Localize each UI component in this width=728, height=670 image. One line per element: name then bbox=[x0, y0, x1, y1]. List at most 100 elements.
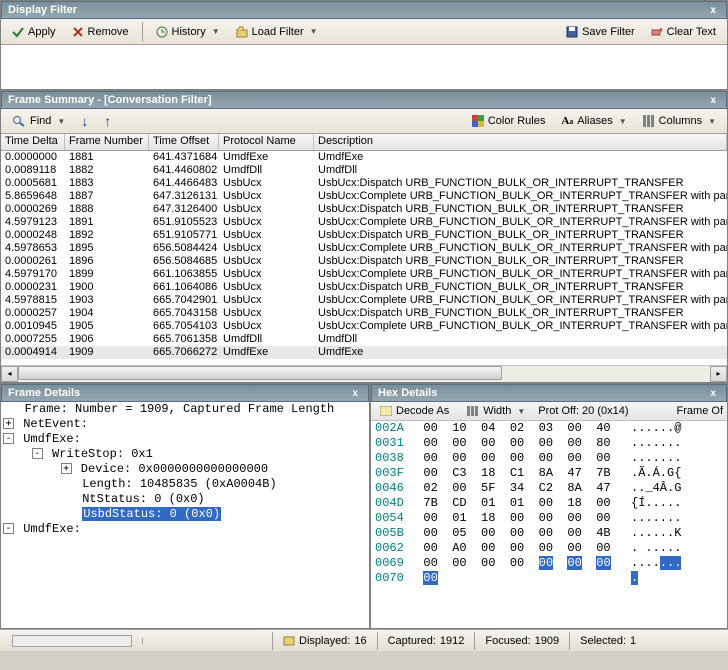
status-selected: Selected: 1 bbox=[569, 632, 646, 650]
display-filter-close-button[interactable]: x bbox=[706, 5, 720, 16]
col-description[interactable]: Description bbox=[314, 134, 727, 150]
scroll-right-button[interactable]: ▸ bbox=[710, 366, 727, 382]
frame-details-tree[interactable]: Frame: Number = 1909, Captured Frame Len… bbox=[1, 402, 369, 628]
col-time-delta[interactable]: Time Delta bbox=[1, 134, 65, 150]
decode-as-icon bbox=[380, 406, 392, 416]
hex-row[interactable]: 003F 00 C3 18 C1 8A 47 7B.Ã.Á.G{ bbox=[371, 466, 727, 481]
save-filter-icon bbox=[566, 26, 578, 38]
tree-row[interactable]: - UmdfExe: bbox=[1, 522, 369, 537]
tree-row[interactable]: - WriteStop: 0x1 bbox=[1, 447, 369, 462]
find-prev-button[interactable]: ↑ bbox=[97, 109, 118, 133]
dropdown-icon: ▼ bbox=[212, 27, 220, 36]
tree-row[interactable]: NtStatus: 0 (0x0) bbox=[1, 492, 369, 507]
hex-details-toolbar: Decode As Width ▼ Prot Off: 20 (0x14) Fr… bbox=[371, 402, 727, 421]
columns-button[interactable]: Columns ▼ bbox=[636, 111, 723, 131]
hex-row[interactable]: 0069 00 00 00 00 00 00 00....... bbox=[371, 556, 727, 571]
tree-toggle[interactable]: - bbox=[32, 448, 43, 459]
scroll-track[interactable] bbox=[18, 366, 710, 382]
tree-toggle[interactable]: + bbox=[3, 418, 14, 429]
table-row[interactable]: 0.00002571904665.7043158UsbUcxUsbUcx:Dis… bbox=[1, 307, 727, 320]
hex-row[interactable]: 0038 00 00 00 00 00 00 00....... bbox=[371, 451, 727, 466]
arrow-up-icon: ↑ bbox=[104, 113, 111, 129]
table-row[interactable]: 0.00002611896656.5084685UsbUcxUsbUcx:Dis… bbox=[1, 255, 727, 268]
hex-row[interactable]: 0031 00 00 00 00 00 00 80....... bbox=[371, 436, 727, 451]
history-button[interactable]: History ▼ bbox=[149, 22, 227, 42]
clear-icon bbox=[651, 26, 663, 38]
col-protocol-name[interactable]: Protocol Name bbox=[219, 134, 314, 150]
display-filter-title: Display Filter bbox=[8, 4, 77, 16]
hex-row[interactable]: 0070 00. bbox=[371, 571, 727, 586]
aliases-button[interactable]: Aa Aliases ▼ bbox=[554, 111, 633, 131]
scroll-left-button[interactable]: ◂ bbox=[1, 366, 18, 382]
find-button[interactable]: Find ▼ bbox=[5, 111, 72, 131]
hex-row[interactable]: 0054 00 01 18 00 00 00 00....... bbox=[371, 511, 727, 526]
tree-toggle[interactable]: + bbox=[61, 463, 72, 474]
hex-details-body[interactable]: 002A 00 10 04 02 03 00 40......@0031 00 … bbox=[371, 421, 727, 628]
load-filter-button[interactable]: Load Filter ▼ bbox=[229, 22, 325, 42]
col-frame-number[interactable]: Frame Number bbox=[65, 134, 149, 150]
tree-row[interactable]: UsbdStatus: 0 (0x0) bbox=[1, 507, 369, 522]
tree-toggle[interactable]: - bbox=[3, 433, 14, 444]
table-row[interactable]: 0.00109451905665.7054103UsbUcxUsbUcx:Com… bbox=[1, 320, 727, 333]
hex-details-close-button[interactable]: x bbox=[706, 388, 720, 399]
table-row[interactable]: 4.59788151903665.7042901UsbUcxUsbUcx:Com… bbox=[1, 294, 727, 307]
decode-as-label: Decode As bbox=[396, 405, 449, 417]
display-filter-titlebar: Display Filter x bbox=[1, 1, 727, 19]
frame-off-label: Frame Of bbox=[677, 405, 723, 417]
color-rules-button[interactable]: Color Rules bbox=[465, 111, 552, 131]
status-spacer bbox=[142, 638, 272, 644]
progress-bar bbox=[12, 635, 132, 647]
width-button[interactable]: Width ▼ bbox=[462, 403, 530, 419]
tree-row[interactable]: Length: 10485835 (0xA0004B) bbox=[1, 477, 369, 492]
table-row[interactable]: 4.59791231891651.9105523UsbUcxUsbUcx:Com… bbox=[1, 216, 727, 229]
table-row[interactable]: 4.59786531895656.5084424UsbUcxUsbUcx:Com… bbox=[1, 242, 727, 255]
remove-button[interactable]: Remove bbox=[65, 22, 136, 42]
tree-row[interactable]: + NetEvent: bbox=[1, 417, 369, 432]
table-row[interactable]: 0.00002691888647.3126400UsbUcxUsbUcx:Dis… bbox=[1, 203, 727, 216]
columns-label: Columns bbox=[659, 115, 702, 127]
hex-row[interactable]: 002A 00 10 04 02 03 00 40......@ bbox=[371, 421, 727, 436]
frame-details-title: Frame Details bbox=[8, 387, 80, 399]
status-focused: Focused: 1909 bbox=[474, 632, 569, 650]
hex-row[interactable]: 005B 00 05 00 00 00 00 4B......K bbox=[371, 526, 727, 541]
display-filter-textarea[interactable] bbox=[1, 45, 727, 89]
col-time-offset[interactable]: Time Offset bbox=[149, 134, 219, 150]
find-next-button[interactable]: ↓ bbox=[74, 109, 95, 133]
tree-toggle[interactable]: - bbox=[3, 523, 14, 534]
decode-as-button[interactable]: Decode As bbox=[375, 403, 454, 419]
horizontal-scrollbar[interactable]: ◂ ▸ bbox=[1, 365, 727, 382]
scroll-thumb[interactable] bbox=[18, 366, 502, 380]
load-filter-icon bbox=[236, 26, 248, 38]
frame-summary-grid: Time Delta Frame Number Time Offset Prot… bbox=[1, 134, 727, 382]
table-row[interactable]: 0.00000001881641.4371684UmdfExeUmdfExe bbox=[1, 151, 727, 164]
tree-row[interactable]: + Device: 0x0000000000000000 bbox=[1, 462, 369, 477]
dropdown-icon: ▼ bbox=[57, 117, 65, 126]
frame-summary-toolbar: Find ▼ ↓ ↑ Color Rules Aa Aliases ▼ Colu… bbox=[1, 109, 727, 134]
tree-row[interactable]: Frame: Number = 1909, Captured Frame Len… bbox=[1, 402, 369, 417]
frame-details-close-button[interactable]: x bbox=[348, 388, 362, 399]
clear-text-button[interactable]: Clear Text bbox=[644, 22, 723, 42]
hex-row[interactable]: 004D 7B CD 01 01 00 18 00{Í..... bbox=[371, 496, 727, 511]
frame-summary-titlebar: Frame Summary - [Conversation Filter] x bbox=[1, 91, 727, 109]
apply-button[interactable]: Apply bbox=[5, 22, 63, 42]
aliases-label: Aliases bbox=[577, 115, 612, 127]
table-row[interactable]: 4.59791701899661.1063855UsbUcxUsbUcx:Com… bbox=[1, 268, 727, 281]
table-row[interactable]: 5.86596481887647.3126131UsbUcxUsbUcx:Com… bbox=[1, 190, 727, 203]
table-row[interactable]: 0.00056811883641.4466483UsbUcxUsbUcx:Dis… bbox=[1, 177, 727, 190]
frame-summary-close-button[interactable]: x bbox=[706, 95, 720, 106]
prot-off-label: Prot Off: 20 (0x14) bbox=[538, 405, 628, 417]
dropdown-icon: ▼ bbox=[619, 117, 627, 126]
hex-row[interactable]: 0062 00 A0 00 00 00 00 00. ..... bbox=[371, 541, 727, 556]
table-row[interactable]: 0.00049141909665.7066272UmdfExeUmdfExe bbox=[1, 346, 727, 359]
save-filter-button[interactable]: Save Filter bbox=[559, 22, 642, 42]
table-row[interactable]: 0.00891181882641.4460802UmdfDllUmdfDll bbox=[1, 164, 727, 177]
dropdown-icon: ▼ bbox=[310, 27, 318, 36]
dropdown-icon: ▼ bbox=[517, 407, 525, 416]
tree-row[interactable]: - UmdfExe: bbox=[1, 432, 369, 447]
table-row[interactable]: 0.00002481892651.9105771UsbUcxUsbUcx:Dis… bbox=[1, 229, 727, 242]
table-row[interactable]: 0.00002311900661.1064086UsbUcxUsbUcx:Dis… bbox=[1, 281, 727, 294]
status-captured: Captured: 1912 bbox=[377, 632, 475, 650]
status-displayed: Displayed: 16 bbox=[272, 632, 377, 650]
hex-row[interactable]: 0046 02 00 5F 34 C2 8A 47.._4Â.G bbox=[371, 481, 727, 496]
table-row[interactable]: 0.00072551906665.7061358UmdfDllUmdfDll bbox=[1, 333, 727, 346]
